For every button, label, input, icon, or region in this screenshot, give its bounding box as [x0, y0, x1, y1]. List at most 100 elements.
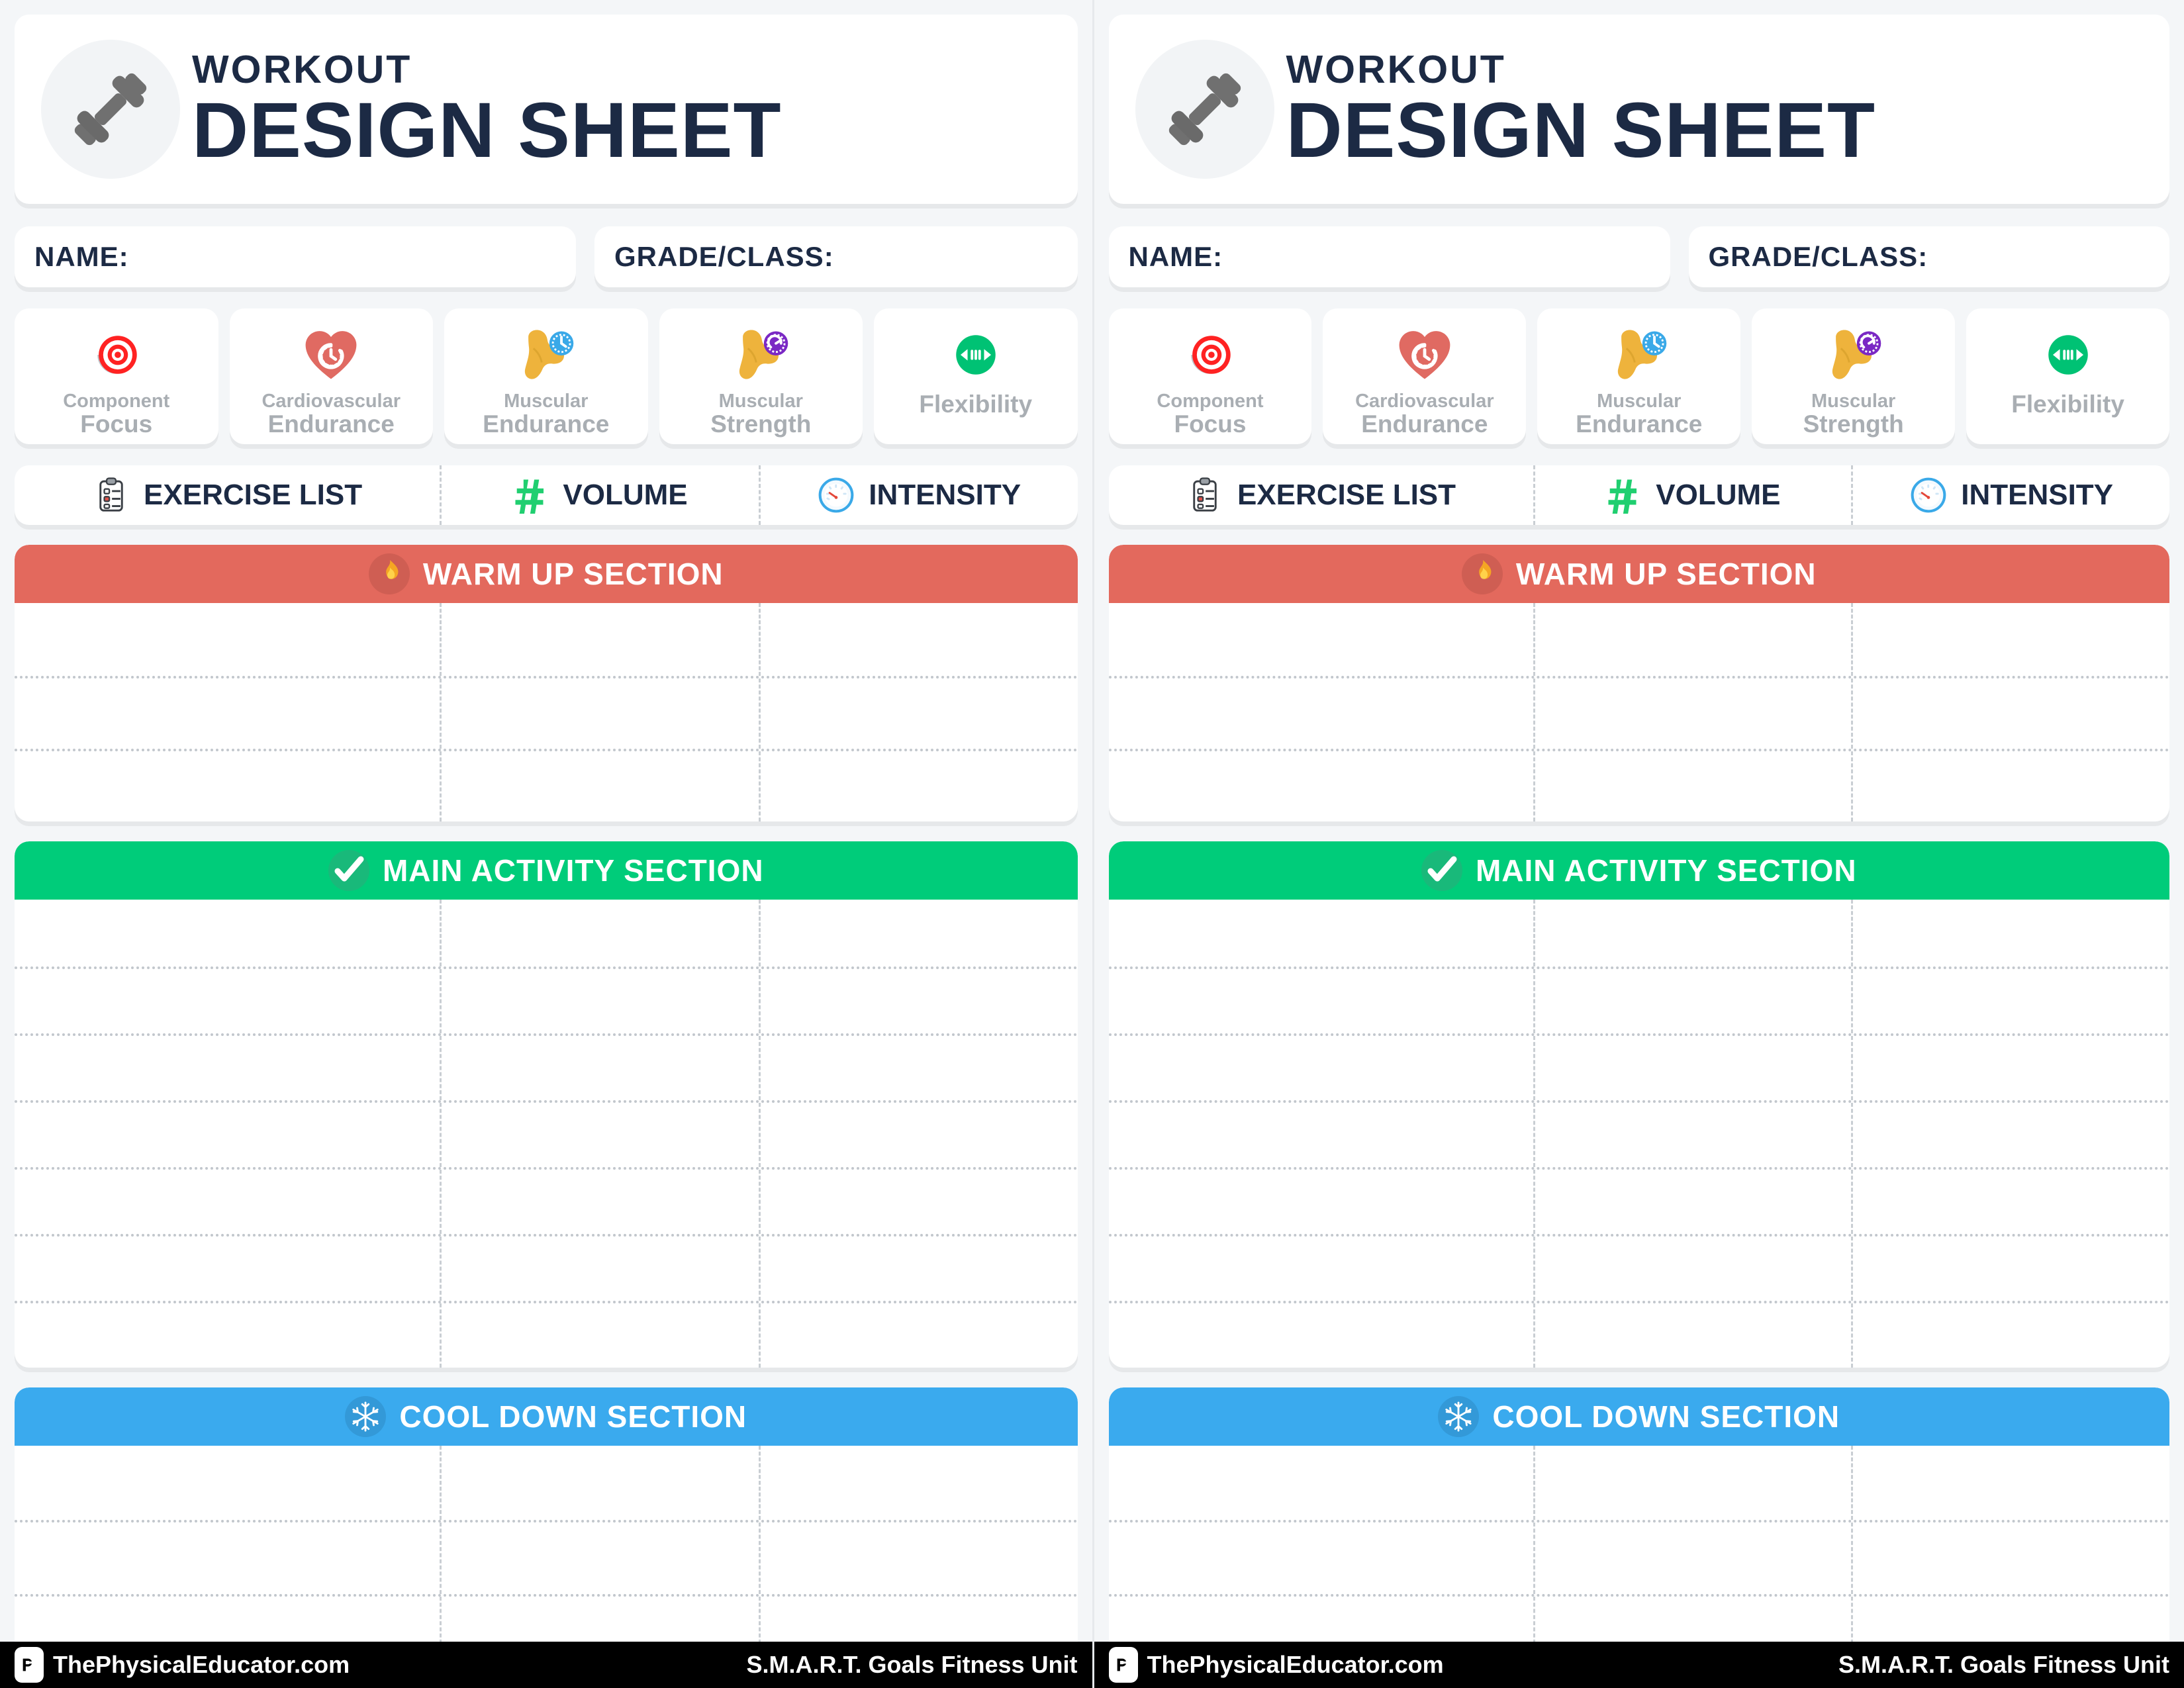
column-header-label: EXERCISE LIST — [1237, 479, 1456, 512]
table-cell[interactable] — [440, 900, 759, 966]
page-title: WORKOUT DESIGN SHEET — [1286, 50, 1876, 170]
table-cell[interactable] — [1851, 900, 2169, 966]
name-input[interactable]: NAME: — [1108, 226, 1670, 288]
table-cell[interactable] — [1533, 1237, 1852, 1301]
speedometer-icon — [817, 476, 855, 514]
table-cell[interactable] — [1851, 1303, 2169, 1368]
footer-site[interactable]: ThePhysicalEducator.com — [53, 1651, 350, 1679]
table-cell[interactable] — [758, 1303, 1078, 1368]
component-focus-row: Component Focus Cardiovascular Endurance M… — [1108, 308, 2170, 445]
footer-unit: S.M.A.R.T. Goals Fitness Unit — [746, 1651, 1078, 1678]
table-cell[interactable] — [1533, 1170, 1852, 1234]
component-card-flexibility[interactable]: Flexibility — [1966, 308, 2170, 445]
table-cell[interactable] — [758, 1523, 1078, 1594]
table-cell[interactable] — [1851, 679, 2169, 749]
table-cell[interactable] — [1109, 1103, 1533, 1167]
component-card-strength[interactable]: Muscular Strength — [1752, 308, 1956, 445]
table-cell[interactable] — [1533, 1303, 1852, 1368]
table-cell[interactable] — [440, 1237, 759, 1301]
table-cell[interactable] — [440, 1170, 759, 1234]
table-cell[interactable] — [1109, 751, 1533, 821]
table-cell[interactable] — [1533, 751, 1852, 821]
component-card-focus[interactable]: Component Focus — [1108, 308, 1312, 445]
table-cell[interactable] — [758, 1170, 1078, 1234]
component-card-strength[interactable]: Muscular Strength — [659, 308, 863, 445]
table-cell[interactable] — [758, 679, 1078, 749]
table-cell[interactable] — [15, 1523, 440, 1594]
component-card-endurance[interactable]: Muscular Endurance — [1537, 308, 1741, 445]
table-cell[interactable] — [1109, 1170, 1533, 1234]
table-cell[interactable] — [1851, 969, 2169, 1033]
table-cell[interactable] — [15, 679, 440, 749]
heart-timer-icon — [1393, 320, 1456, 389]
table-cell[interactable] — [1533, 679, 1852, 749]
component-card-focus[interactable]: Component Focus — [15, 308, 218, 445]
table-cell[interactable] — [15, 969, 440, 1033]
footer-site[interactable]: ThePhysicalEducator.com — [1147, 1651, 1444, 1679]
table-cell[interactable] — [758, 969, 1078, 1033]
grade-class-input[interactable]: GRADE/CLASS: — [594, 226, 1078, 288]
table-cell[interactable] — [15, 1303, 440, 1368]
table-cell[interactable] — [15, 1036, 440, 1100]
clipboard-icon — [92, 476, 130, 514]
table-cell[interactable] — [1851, 1170, 2169, 1234]
table-cell[interactable] — [15, 1170, 440, 1234]
table-cell[interactable] — [758, 1036, 1078, 1100]
component-card-endurance[interactable]: Cardiovascular Endurance — [1323, 308, 1527, 445]
component-card-flexibility[interactable]: Flexibility — [874, 308, 1078, 445]
table-cell[interactable] — [1851, 751, 2169, 821]
table-cell[interactable] — [440, 1036, 759, 1100]
table-cell[interactable] — [1109, 1237, 1533, 1301]
table-cell[interactable] — [15, 1237, 440, 1301]
table-cell[interactable] — [1533, 1523, 1852, 1594]
table-cell[interactable] — [1851, 603, 2169, 676]
table-cell[interactable] — [1533, 1036, 1852, 1100]
table-cell[interactable] — [1109, 1523, 1533, 1594]
grade-class-input[interactable]: GRADE/CLASS: — [1688, 226, 2169, 288]
table-cell[interactable] — [440, 1303, 759, 1368]
table-cell[interactable] — [1533, 1446, 1852, 1520]
component-label-line1: Component — [63, 391, 170, 412]
table-cell[interactable] — [1851, 1237, 2169, 1301]
table-cell[interactable] — [440, 679, 759, 749]
table-cell[interactable] — [15, 900, 440, 966]
table-cell[interactable] — [1533, 603, 1852, 676]
table-cell[interactable] — [758, 1103, 1078, 1167]
table-cell[interactable] — [1109, 969, 1533, 1033]
table-cell[interactable] — [1533, 900, 1852, 966]
table-cell[interactable] — [1109, 1036, 1533, 1100]
table-cell[interactable] — [1851, 1446, 2169, 1520]
table-cell[interactable] — [1851, 1036, 2169, 1100]
table-cell[interactable] — [1109, 603, 1533, 676]
table-cell[interactable] — [440, 603, 759, 676]
table-cell[interactable] — [1109, 679, 1533, 749]
table-cell[interactable] — [440, 1523, 759, 1594]
table-cell[interactable] — [758, 751, 1078, 821]
table-cell[interactable] — [1851, 1523, 2169, 1594]
table-cell[interactable] — [440, 1446, 759, 1520]
column-header-exercise-list: EXERCISE LIST — [15, 465, 440, 525]
component-label-line1: Muscular — [1597, 391, 1682, 412]
footer-brand[interactable]: ThePhysicalEducator.com — [15, 1647, 350, 1683]
table-cell[interactable] — [15, 603, 440, 676]
table-cell[interactable] — [758, 900, 1078, 966]
table-cell[interactable] — [440, 1103, 759, 1167]
table-cell[interactable] — [440, 751, 759, 821]
table-cell[interactable] — [1109, 900, 1533, 966]
table-cell[interactable] — [440, 969, 759, 1033]
component-card-endurance[interactable]: Cardiovascular Endurance — [229, 308, 433, 445]
table-cell[interactable] — [1109, 1446, 1533, 1520]
name-input[interactable]: NAME: — [15, 226, 576, 288]
table-cell[interactable] — [758, 1237, 1078, 1301]
table-cell[interactable] — [1109, 1303, 1533, 1368]
table-cell[interactable] — [1533, 1103, 1852, 1167]
table-cell[interactable] — [15, 1103, 440, 1167]
component-card-endurance[interactable]: Muscular Endurance — [444, 308, 648, 445]
table-cell[interactable] — [15, 751, 440, 821]
table-cell[interactable] — [15, 1446, 440, 1520]
table-cell[interactable] — [758, 603, 1078, 676]
table-cell[interactable] — [1851, 1103, 2169, 1167]
footer-brand[interactable]: ThePhysicalEducator.com — [1108, 1647, 1444, 1683]
table-cell[interactable] — [1533, 969, 1852, 1033]
table-cell[interactable] — [758, 1446, 1078, 1520]
